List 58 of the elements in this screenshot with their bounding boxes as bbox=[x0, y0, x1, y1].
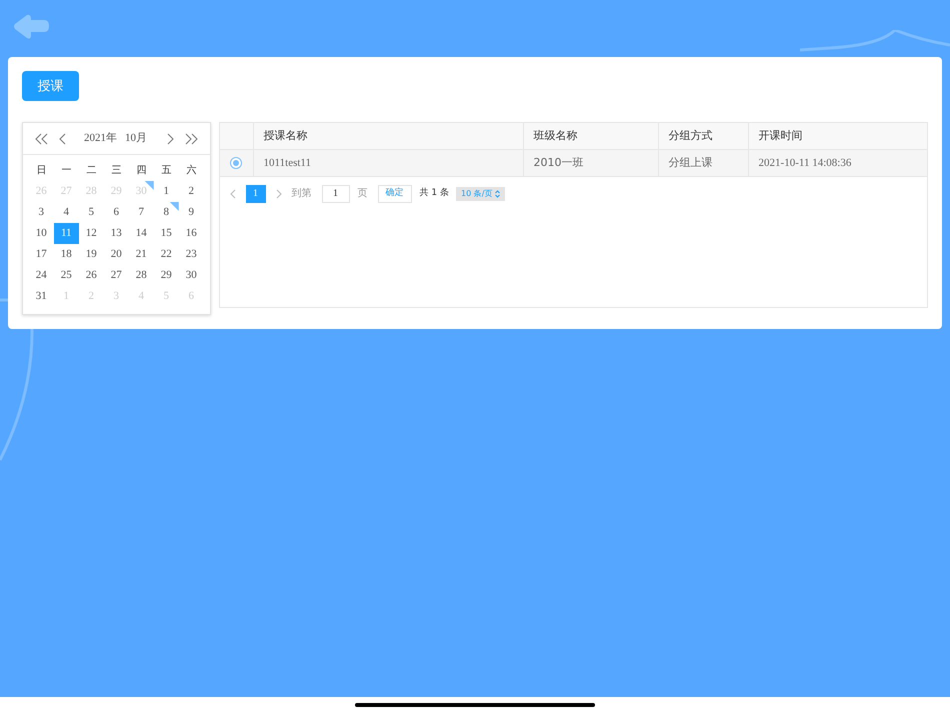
calendar-day[interactable]: 25 bbox=[54, 265, 79, 286]
calendar-day[interactable]: 18 bbox=[54, 244, 79, 265]
table-cell-text: 2021-10-11 14:08:36 bbox=[758, 156, 852, 171]
calendar-day[interactable]: 23 bbox=[178, 244, 204, 265]
weekday-label: 六 bbox=[185, 164, 198, 178]
calendar-day[interactable]: 7 bbox=[128, 202, 154, 223]
table-row[interactable]: 1011test11 2010一班 分组上课 2021-10-11 14:08:36 bbox=[220, 150, 927, 177]
weekday-label: 四 bbox=[135, 164, 148, 178]
calendar-day[interactable]: 14 bbox=[128, 223, 154, 244]
weekday-label: 一 bbox=[60, 164, 72, 178]
calendar-day[interactable]: 28 bbox=[128, 265, 154, 286]
calendar-day[interactable]: 15 bbox=[154, 223, 179, 244]
calendar-day[interactable]: 26 bbox=[78, 265, 104, 286]
goto-label: 到第 bbox=[292, 187, 312, 201]
table-cell: 1011test11 bbox=[254, 150, 524, 176]
table-cell: 2010一班 bbox=[524, 150, 659, 176]
column-header: 开课时间 bbox=[758, 128, 804, 144]
page-input[interactable]: 1 bbox=[322, 184, 350, 202]
calendar-day[interactable]: 13 bbox=[104, 223, 129, 244]
calendar-day[interactable]: 19 bbox=[78, 244, 104, 265]
calendar-day[interactable]: 9 bbox=[178, 202, 204, 223]
calendar-day[interactable]: 21 bbox=[128, 244, 154, 265]
calendar-day[interactable]: 1 bbox=[154, 181, 179, 202]
calendar-day[interactable]: 20 bbox=[104, 244, 129, 265]
weekday-label: 三 bbox=[110, 164, 122, 178]
total-count: 共 1 条 bbox=[420, 186, 449, 200]
calendar-day[interactable]: 3 bbox=[28, 202, 54, 223]
double-chevron-right-icon[interactable] bbox=[184, 132, 198, 144]
calendar-day[interactable]: 17 bbox=[28, 244, 54, 265]
calendar-day[interactable]: 31 bbox=[28, 286, 54, 307]
calendar-day[interactable]: 16 bbox=[178, 223, 204, 244]
table-cell: 分组上课 bbox=[658, 150, 749, 176]
column-header: 分组方式 bbox=[658, 123, 749, 149]
calendar-day[interactable]: 30 bbox=[178, 265, 204, 286]
month-label[interactable]: 10月 bbox=[125, 130, 147, 147]
calendar-day[interactable]: 10 bbox=[28, 223, 54, 244]
calendar-day[interactable]: 12 bbox=[78, 223, 104, 244]
weekday-label: 五 bbox=[160, 164, 172, 178]
calendar-day[interactable]: 27 bbox=[104, 265, 129, 286]
weekday-label: 日 bbox=[35, 164, 48, 178]
weekday-label: 二 bbox=[85, 164, 98, 178]
calendar-day[interactable]: 2 bbox=[178, 181, 204, 202]
calendar-day[interactable]: 4 bbox=[54, 202, 79, 223]
double-chevron-left-icon[interactable] bbox=[35, 132, 48, 144]
radio-button[interactable] bbox=[230, 157, 242, 169]
column-header: 授课名称 bbox=[254, 123, 524, 149]
calendar-day[interactable]: 22 bbox=[154, 244, 179, 265]
chevron-left-icon[interactable] bbox=[59, 132, 66, 144]
chevron-right-icon[interactable] bbox=[166, 132, 174, 144]
page-unit-label: 页 bbox=[358, 187, 368, 201]
calendar-day[interactable]: 29 bbox=[154, 265, 179, 286]
year-label[interactable]: 2021年 bbox=[84, 130, 117, 147]
calendar-day[interactable]: 5 bbox=[78, 202, 104, 223]
calendar-day[interactable]: 6 bbox=[104, 202, 129, 223]
calendar-day[interactable]: 8 bbox=[154, 202, 179, 223]
column-header: 班级名称 bbox=[524, 123, 659, 149]
sort-caret-icon bbox=[495, 190, 500, 198]
calendar-day[interactable]: 24 bbox=[28, 265, 54, 286]
